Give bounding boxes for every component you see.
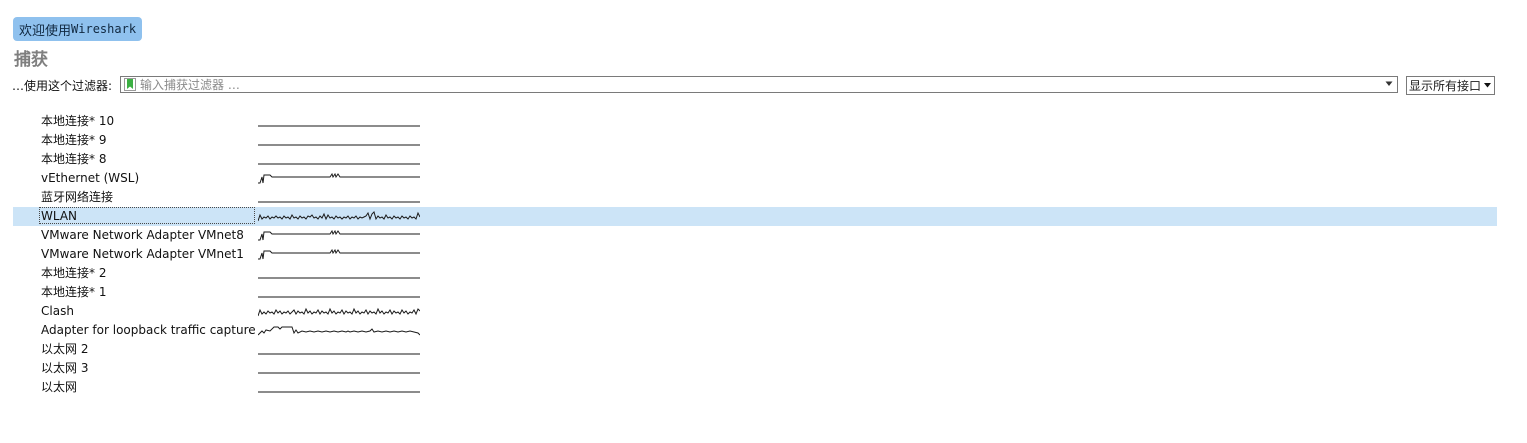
interface-row[interactable]: 蓝牙网络连接	[13, 188, 1497, 207]
interface-name: 以太网	[41, 380, 78, 394]
interface-name: 蓝牙网络连接	[41, 190, 114, 204]
bookmark-icon[interactable]	[124, 78, 136, 91]
traffic-sparkline	[258, 144, 420, 146]
capture-filter-input[interactable]	[140, 77, 1370, 92]
traffic-sparkline	[258, 353, 420, 355]
interface-row[interactable]: 以太网	[13, 378, 1497, 397]
traffic-sparkline	[258, 277, 420, 279]
traffic-sparkline	[258, 307, 420, 317]
traffic-sparkline	[258, 296, 420, 298]
interface-type-dropdown-label: 显示所有接口	[1409, 79, 1482, 93]
interface-row[interactable]: 本地连接* 9	[13, 131, 1497, 150]
interface-name: 本地连接* 9	[41, 133, 107, 147]
interface-name: WLAN	[41, 209, 78, 223]
interface-list: 本地连接* 10 本地连接* 9 本地连接* 8 vEthernet (WSL)…	[13, 112, 1497, 397]
interface-row[interactable]: 本地连接* 1	[13, 283, 1497, 302]
interface-row[interactable]: 以太网 2	[13, 340, 1497, 359]
traffic-sparkline	[258, 125, 420, 127]
interface-name: 本地连接* 2	[41, 266, 107, 280]
interface-name: 以太网 2	[41, 342, 89, 356]
traffic-sparkline	[258, 391, 420, 393]
interface-name: 本地连接* 1	[41, 285, 107, 299]
traffic-sparkline	[258, 372, 420, 374]
capture-filter-label: …使用这个过滤器:	[12, 79, 113, 93]
interface-row-selected[interactable]: WLAN	[13, 207, 1497, 226]
capture-section-title: 捕获	[14, 50, 48, 70]
interface-name: 本地连接* 10	[41, 114, 115, 128]
interface-row[interactable]: vEthernet (WSL)	[13, 169, 1497, 188]
welcome-banner: 欢迎使用 Wireshark	[13, 17, 143, 41]
welcome-app-name: Wireshark	[71, 22, 137, 36]
chevron-down-icon	[1484, 83, 1491, 88]
traffic-sparkline	[258, 172, 420, 184]
interface-name: VMware Network Adapter VMnet1	[41, 247, 244, 261]
capture-filter-field[interactable]	[120, 76, 1398, 93]
interface-row[interactable]: Adapter for loopback traffic capture	[13, 321, 1497, 340]
interface-name: Adapter for loopback traffic capture	[41, 323, 256, 337]
interface-row[interactable]: 以太网 3	[13, 359, 1497, 378]
traffic-sparkline	[258, 248, 420, 260]
traffic-sparkline	[258, 229, 420, 241]
interface-name: vEthernet (WSL)	[41, 171, 140, 185]
interface-row[interactable]: VMware Network Adapter VMnet1	[13, 245, 1497, 264]
welcome-prefix: 欢迎使用	[19, 23, 72, 39]
interface-type-dropdown[interactable]: 显示所有接口	[1406, 76, 1495, 95]
interface-row[interactable]: Clash	[13, 302, 1497, 321]
chevron-down-icon[interactable]	[1385, 81, 1393, 87]
interface-name: 本地连接* 8	[41, 152, 107, 166]
wireshark-welcome-page: 欢迎使用 Wireshark 捕获 …使用这个过滤器: 显示所有接口 本地连接*…	[0, 0, 1527, 443]
traffic-sparkline	[258, 163, 420, 165]
interface-name: Clash	[41, 304, 74, 318]
interface-name: 以太网 3	[41, 361, 89, 375]
interface-row[interactable]: 本地连接* 2	[13, 264, 1497, 283]
interface-row[interactable]: VMware Network Adapter VMnet8	[13, 226, 1497, 245]
interface-row[interactable]: 本地连接* 8	[13, 150, 1497, 169]
interface-row[interactable]: 本地连接* 10	[13, 112, 1497, 131]
traffic-sparkline	[258, 211, 420, 222]
traffic-sparkline	[258, 201, 420, 203]
interface-name: VMware Network Adapter VMnet8	[41, 228, 244, 242]
traffic-sparkline	[258, 326, 420, 336]
